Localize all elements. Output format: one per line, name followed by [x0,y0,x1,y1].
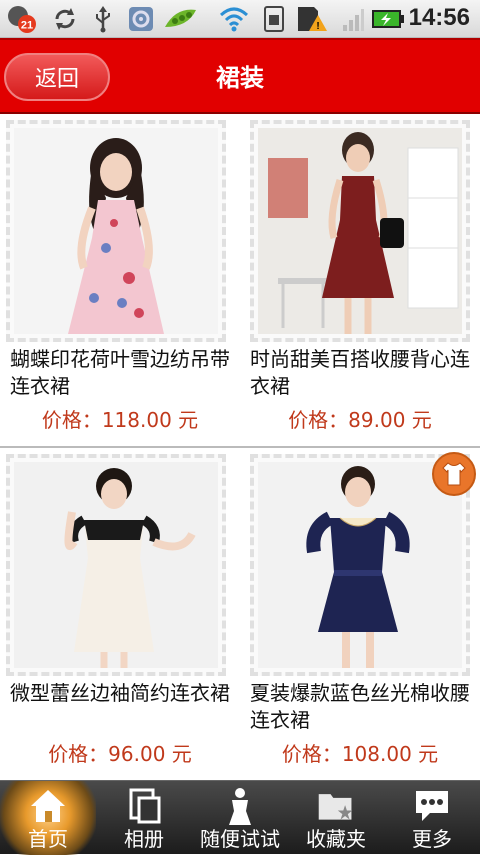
clock: 14:56 [408,4,470,31]
more-chat-icon [412,787,452,825]
tshirt-icon [442,462,466,486]
title-bar: 返回 裙装 [0,38,480,114]
nav-label: 收藏夹 [306,827,366,851]
svg-text:21: 21 [21,20,33,32]
product-name[interactable]: 微型蕾丝边袖简约连衣裙 [10,680,238,707]
product-name[interactable]: 夏装爆款蓝色丝光棉收腰连衣裙 [250,680,478,734]
wifi-icon [218,5,250,33]
mannequin-icon [220,787,260,825]
product-card[interactable]: 夏装爆款蓝色丝光棉收腰连衣裙 价格：108.00 元 [240,448,480,780]
nav-item-home[interactable]: 首页 [0,781,96,855]
product-grid: 蝴蝶印花荷叶雪边纺吊带连衣裙 价格：118.00 元 时尚甜美百搭收腰背心连衣裙 [0,114,480,780]
page-title: 裙装 [216,64,264,92]
product-price: 价格：89.00 元 [288,408,432,432]
notification-badge-icon[interactable]: 21 [6,5,40,33]
peapod-app-icon [162,5,200,33]
settings-app-icon [126,5,156,33]
product-card[interactable]: 蝴蝶印花荷叶雪边纺吊带连衣裙 价格：118.00 元 [0,114,240,446]
nav-item-favorites[interactable]: 收藏夹 [288,781,384,855]
product-price: 价格：96.00 元 [48,742,192,766]
product-price: 价格：108.00 元 [281,742,439,766]
sync-icon [50,5,80,33]
nav-label: 更多 [412,827,452,851]
battery-charging-icon [370,5,406,33]
svg-text:!: ! [316,21,319,32]
product-image[interactable] [6,120,226,342]
product-image[interactable] [6,454,226,676]
nav-item-try[interactable]: 随便试试 [192,781,288,855]
nav-label: 随便试试 [200,827,280,851]
sd-card-warning-icon: ! [296,5,328,33]
product-name[interactable]: 蝴蝶印花荷叶雪边纺吊带连衣裙 [10,346,238,400]
nav-item-album[interactable]: 相册 [96,781,192,855]
nav-label: 首页 [28,827,68,851]
product-image[interactable] [250,120,470,342]
nav-label: 相册 [124,827,164,851]
bottom-nav: 首页 相册 随便试试 收藏夹 更多 [0,780,480,855]
sim-icon [260,5,288,33]
try-on-shirt-button[interactable] [432,452,476,496]
signal-icon [340,5,366,33]
product-price: 价格：118.00 元 [41,408,199,432]
product-card[interactable]: 时尚甜美百搭收腰背心连衣裙 价格：89.00 元 [240,114,480,446]
favorites-folder-icon [316,787,356,825]
album-icon [124,787,164,825]
product-card[interactable]: 微型蕾丝边袖简约连衣裙 价格：96.00 元 [0,448,240,780]
product-name[interactable]: 时尚甜美百搭收腰背心连衣裙 [250,346,478,400]
nav-item-more[interactable]: 更多 [384,781,480,855]
status-bar: 21 ! 14:56 [0,0,480,38]
home-icon [28,787,68,825]
usb-icon [90,5,116,33]
